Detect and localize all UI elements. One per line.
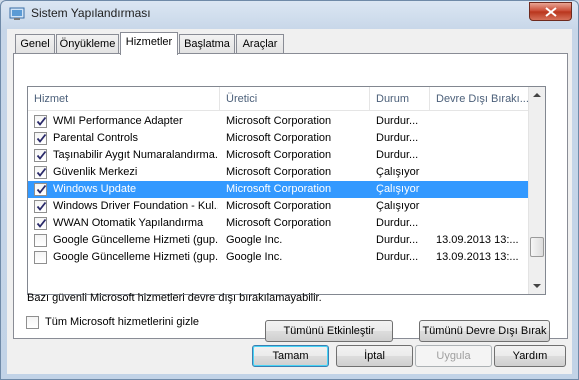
help-button[interactable]: Yardım xyxy=(494,345,566,367)
service-checkbox[interactable] xyxy=(34,132,47,145)
system-config-window: Sistem Yapılandırması Genel Önyükleme Hi… xyxy=(0,0,579,380)
service-name: Windows Update xyxy=(53,183,137,195)
service-status: Durdur... xyxy=(376,251,419,263)
check-icon xyxy=(36,218,47,228)
service-status: Çalışıyor xyxy=(376,183,420,195)
service-vendor: Microsoft Corporation xyxy=(226,115,332,127)
ok-button[interactable]: Tamam xyxy=(252,345,329,367)
scroll-up-button[interactable] xyxy=(529,87,545,104)
service-disabled-date: 13.09.2013 13:... xyxy=(436,234,519,246)
service-vendor: Microsoft Corporation xyxy=(226,200,332,212)
tab-araclar[interactable]: Araçlar xyxy=(236,34,284,54)
service-name: Google Güncelleme Hizmeti (gup... xyxy=(53,234,218,246)
check-icon xyxy=(36,116,47,126)
hide-ms-services-label[interactable]: Tüm Microsoft hizmetlerini gizle xyxy=(45,316,199,328)
button-label: Uygula xyxy=(436,350,471,362)
check-icon xyxy=(36,150,47,160)
table-row[interactable]: Google Güncelleme Hizmeti (gup... Google … xyxy=(28,249,530,266)
column-header-service[interactable]: Hizmet xyxy=(28,87,220,111)
service-name: WWAN Otomatik Yapılandırma xyxy=(53,217,204,229)
tab-label: Araçlar xyxy=(242,38,278,50)
tab-label: Genel xyxy=(20,38,50,50)
tab-baslatma[interactable]: Başlatma xyxy=(179,34,235,54)
tab-label: Başlatma xyxy=(184,38,230,50)
service-checkbox[interactable] xyxy=(34,200,47,213)
service-vendor: Microsoft Corporation xyxy=(226,183,332,195)
table-row[interactable]: Taşınabilir Aygıt Numaralandırma... Micro… xyxy=(28,147,530,164)
column-header-status[interactable]: Durum xyxy=(370,87,430,111)
button-label: İptal xyxy=(364,350,385,362)
close-icon xyxy=(545,7,557,17)
check-icon xyxy=(36,201,47,211)
service-name: Parental Controls xyxy=(53,132,138,144)
title-bar[interactable]: Sistem Yapılandırması xyxy=(1,1,578,27)
check-icon xyxy=(36,167,47,177)
tab-genel[interactable]: Genel xyxy=(15,34,55,54)
button-label: Tümünü Etkinleştir xyxy=(283,325,375,337)
table-row[interactable]: WWAN Otomatik Yapılandırma Microsoft Corp… xyxy=(28,215,530,232)
service-vendor: Google Inc. xyxy=(226,251,283,263)
service-checkbox[interactable] xyxy=(34,251,47,264)
button-label: Yardım xyxy=(512,350,548,362)
service-status: Durdur... xyxy=(376,115,419,127)
service-name: Taşınabilir Aygıt Numaralandırma... xyxy=(53,149,218,161)
service-vendor: Google Inc. xyxy=(226,234,283,246)
disable-all-button[interactable]: Tümünü Devre Dışı Bırak xyxy=(419,320,550,342)
service-name: WMI Performance Adapter xyxy=(53,115,183,127)
vertical-scrollbar[interactable] xyxy=(528,87,545,294)
service-status: Çalışıyor xyxy=(376,200,420,212)
arrow-up-icon xyxy=(533,93,541,97)
tab-hizmetler[interactable]: Hizmetler xyxy=(120,32,178,55)
scroll-down-button[interactable] xyxy=(529,277,545,294)
service-checkbox[interactable] xyxy=(34,149,47,162)
service-vendor: Microsoft Corporation xyxy=(226,217,332,229)
service-status: Durdur... xyxy=(376,149,419,161)
service-name: Google Güncelleme Hizmeti (gup... xyxy=(53,251,218,263)
service-vendor: Microsoft Corporation xyxy=(226,149,332,161)
button-label: Tamam xyxy=(272,350,309,362)
services-panel: Hizmet Üretici Durum Devre Dışı Bırakı..… xyxy=(13,53,568,342)
table-row[interactable]: WMI Performance Adapter Microsoft Corpora… xyxy=(28,113,530,130)
service-status: Çalışıyor xyxy=(376,166,420,178)
apply-button[interactable]: Uygula xyxy=(415,345,492,367)
button-label: Tümünü Devre Dışı Bırak xyxy=(422,325,547,337)
window-title: Sistem Yapılandırması xyxy=(31,6,151,20)
table-row[interactable]: Google Güncelleme Hizmeti (gup... Google … xyxy=(28,232,530,249)
check-icon xyxy=(36,184,47,194)
cancel-button[interactable]: İptal xyxy=(336,345,413,367)
check-icon xyxy=(36,133,47,143)
service-name: Güvenlik Merkezi xyxy=(53,166,138,178)
service-status: Durdur... xyxy=(376,217,419,229)
tab-label: Önyükleme xyxy=(59,38,116,50)
service-checkbox[interactable] xyxy=(34,217,47,230)
service-status: Durdur... xyxy=(376,234,419,246)
service-checkbox[interactable] xyxy=(34,115,47,128)
column-header-vendor[interactable]: Üretici xyxy=(220,87,370,111)
service-vendor: Microsoft Corporation xyxy=(226,132,332,144)
msconfig-icon xyxy=(9,6,25,22)
arrow-down-icon xyxy=(533,284,541,288)
info-note: Bazı güvenli Microsoft hizmetleri devre … xyxy=(27,292,322,304)
hide-ms-services-checkbox[interactable] xyxy=(26,316,39,329)
enable-all-button[interactable]: Tümünü Etkinleştir xyxy=(265,320,393,342)
service-checkbox[interactable] xyxy=(34,183,47,196)
service-checkbox[interactable] xyxy=(34,166,47,179)
table-row[interactable]: Windows Update Microsoft Corporation Çalış… xyxy=(28,181,530,198)
services-list[interactable]: Hizmet Üretici Durum Devre Dışı Bırakı..… xyxy=(27,86,546,295)
table-row[interactable]: Güvenlik Merkezi Microsoft Corporation Çal… xyxy=(28,164,530,181)
tab-label: Hizmetler xyxy=(125,36,173,48)
tab-onyukleme[interactable]: Önyükleme xyxy=(56,34,119,54)
scroll-thumb[interactable] xyxy=(530,237,544,257)
column-header-disabled-date[interactable]: Devre Dışı Bırakı... xyxy=(430,87,530,111)
close-button[interactable] xyxy=(529,2,572,21)
service-disabled-date: 13.09.2013 13:... xyxy=(436,251,519,263)
service-vendor: Microsoft Corporation xyxy=(226,166,332,178)
table-row[interactable]: Windows Driver Foundation - Kul... Micros… xyxy=(28,198,530,215)
service-status: Durdur... xyxy=(376,132,419,144)
service-name: Windows Driver Foundation - Kul... xyxy=(53,200,218,212)
service-checkbox[interactable] xyxy=(34,234,47,247)
table-row[interactable]: Parental Controls Microsoft Corporation Du… xyxy=(28,130,530,147)
dialog-client: Genel Önyükleme Hizmetler Başlatma Araçl… xyxy=(7,29,572,374)
list-header: Hizmet Üretici Durum Devre Dışı Bırakı..… xyxy=(28,87,530,111)
